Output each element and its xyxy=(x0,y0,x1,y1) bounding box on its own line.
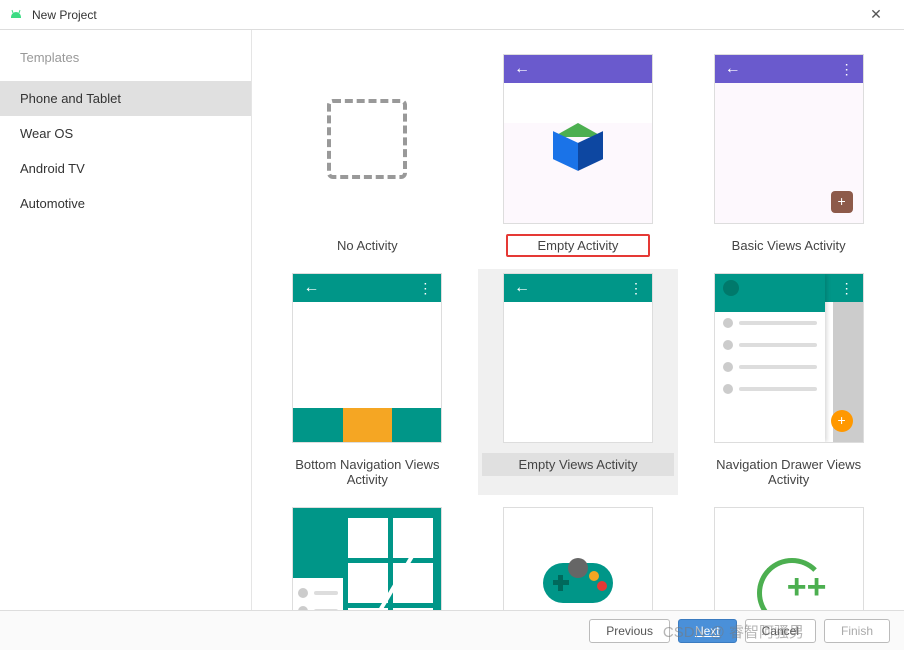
sidebar: Templates Phone and Tablet Wear OS Andro… xyxy=(0,30,252,610)
thumb-empty-views: ←⋮ xyxy=(503,273,653,443)
main-area: Templates Phone and Tablet Wear OS Andro… xyxy=(0,30,904,610)
fab-icon: + xyxy=(831,410,853,432)
template-label: Empty Activity xyxy=(506,234,651,257)
android-icon xyxy=(8,7,24,23)
overflow-icon: ⋮ xyxy=(418,280,431,297)
sidebar-item-android-tv[interactable]: Android TV xyxy=(0,151,251,186)
back-arrow-icon: ← xyxy=(725,60,741,78)
thumb-basic-views: ← ⋮ + xyxy=(714,54,864,224)
cancel-button[interactable]: Cancel xyxy=(745,619,816,643)
template-game[interactable] xyxy=(478,503,678,610)
overflow-icon: ⋮ xyxy=(840,61,853,78)
titlebar: New Project ✕ xyxy=(0,0,904,30)
template-nav-drawer[interactable]: ⋮ + Navigation Drawer Views Activity xyxy=(689,269,889,495)
back-arrow-icon: ← xyxy=(514,60,530,78)
gamepad-icon xyxy=(543,563,613,603)
next-button[interactable]: Next xyxy=(678,619,737,643)
template-empty-activity[interactable]: ← Empty Activity xyxy=(478,50,678,261)
footer: Previous Next Cancel Finish xyxy=(0,610,904,650)
template-bottom-nav[interactable]: ←⋮ Bottom Navigation Views Activity xyxy=(267,269,467,495)
window-title: New Project xyxy=(32,8,856,22)
thumb-no-activity xyxy=(292,54,442,224)
thumb-game xyxy=(503,507,653,610)
template-label: Bottom Navigation Views Activity xyxy=(271,453,463,491)
template-label: Basic Views Activity xyxy=(726,234,852,257)
overflow-icon: ⋮ xyxy=(629,280,642,297)
thumb-responsive xyxy=(292,507,442,610)
sidebar-header: Templates xyxy=(0,50,251,81)
sidebar-item-wear-os[interactable]: Wear OS xyxy=(0,116,251,151)
thumb-empty-activity: ← xyxy=(503,54,653,224)
template-empty-views[interactable]: ←⋮ Empty Views Activity xyxy=(478,269,678,495)
overflow-icon: ⋮ xyxy=(840,280,853,297)
finish-button: Finish xyxy=(824,619,890,643)
template-native-cpp[interactable]: ++ xyxy=(689,503,889,610)
close-button[interactable]: ✕ xyxy=(856,6,896,23)
sidebar-item-automotive[interactable]: Automotive xyxy=(0,186,251,221)
resize-arrow-icon xyxy=(345,516,435,610)
template-label: Empty Views Activity xyxy=(482,453,674,476)
template-label: Navigation Drawer Views Activity xyxy=(693,453,885,491)
fab-icon: + xyxy=(831,191,853,213)
thumb-bottom-nav: ←⋮ xyxy=(292,273,442,443)
back-arrow-icon: ← xyxy=(303,279,319,297)
template-basic-views[interactable]: ← ⋮ + Basic Views Activity xyxy=(689,50,889,261)
template-label: No Activity xyxy=(331,234,404,257)
template-no-activity[interactable]: No Activity xyxy=(267,50,467,261)
sidebar-item-phone-tablet[interactable]: Phone and Tablet xyxy=(0,81,251,116)
thumb-nav-drawer: ⋮ + xyxy=(714,273,864,443)
template-grid: No Activity ← Empty Activity ←⋮ + xyxy=(252,30,904,610)
template-responsive[interactable] xyxy=(267,503,467,610)
previous-button[interactable]: Previous xyxy=(589,619,670,643)
thumb-cpp: ++ xyxy=(714,507,864,610)
back-arrow-icon: ← xyxy=(514,279,530,297)
cpp-icon: ++ xyxy=(715,508,863,607)
